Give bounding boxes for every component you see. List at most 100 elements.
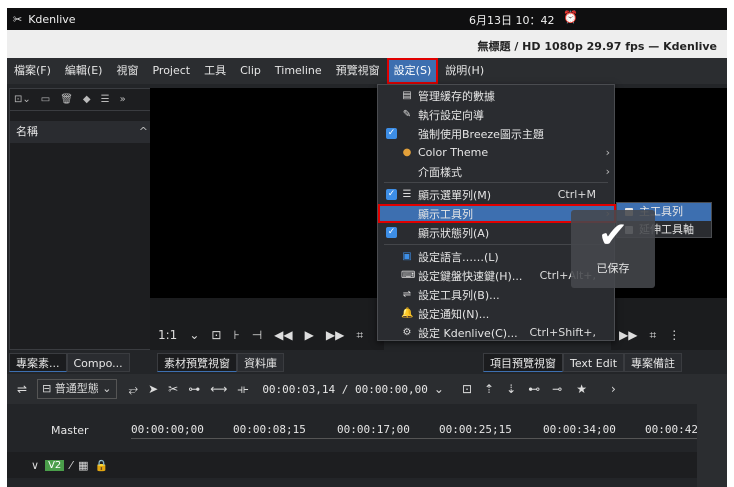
- menu-item-label: 執行設定向導: [418, 108, 484, 122]
- crop-icon[interactable]: ⌗: [649, 328, 656, 343]
- track-config-icon[interactable]: ⇌: [17, 382, 27, 396]
- alarm-icon: ⏰: [563, 10, 578, 24]
- edit-mode-icon: ⊟: [42, 382, 52, 395]
- ripple-icon[interactable]: ⊶: [188, 382, 200, 396]
- ruler-tc: 00:00:00;00: [131, 423, 204, 436]
- menu-item-label: 設定 Kdenlive(C)...: [418, 326, 518, 340]
- tab[interactable]: 項目預覽視窗: [483, 353, 563, 372]
- slip-icon[interactable]: ⟷: [210, 382, 227, 396]
- menu-4[interactable]: 工具: [197, 58, 233, 84]
- folder-icon[interactable]: ▭: [41, 94, 50, 105]
- play-icon[interactable]: ▶: [305, 328, 314, 342]
- tag-icon[interactable]: ◆: [83, 94, 91, 105]
- ruler-tc: 00:00:25;15: [439, 423, 512, 436]
- menu-6[interactable]: Timeline: [268, 58, 329, 84]
- tab[interactable]: Compo...: [66, 353, 130, 372]
- settings-menu-item[interactable]: ▤ 管理緩存的數據: [378, 86, 616, 105]
- ruler-ticks[interactable]: [131, 438, 697, 448]
- effects-icon[interactable]: ⁄: [70, 459, 72, 472]
- project-bin: ⊡⌄ ▭ 🗑 ◆ ☰ » 名稱 ^: [9, 88, 155, 350]
- set-in-icon[interactable]: ⊦: [233, 328, 239, 342]
- extract-icon[interactable]: ⊷: [528, 382, 540, 396]
- star-icon[interactable]: ★: [576, 382, 587, 396]
- ruler-tc: 00:00:34;00: [543, 423, 616, 436]
- set-out-icon[interactable]: ⊣: [252, 328, 262, 342]
- chevron-down-icon[interactable]: ⌄: [434, 382, 444, 396]
- razor-icon[interactable]: ✂: [168, 382, 178, 396]
- menu-8[interactable]: 設定(S): [386, 58, 439, 84]
- chevron-down-icon[interactable]: ∨: [31, 459, 39, 472]
- tab[interactable]: 資料庫: [237, 353, 284, 372]
- edit-mode-label: 普通型態: [54, 382, 99, 395]
- ruler-tc: 00:00:17;00: [337, 423, 410, 436]
- menu-item-label: 設定語言……(L): [418, 250, 499, 264]
- tab[interactable]: 專案備註: [624, 353, 683, 372]
- chevron-right-icon: ›: [605, 165, 610, 178]
- master-label[interactable]: Master: [51, 424, 89, 437]
- expand-icon[interactable]: »: [120, 94, 126, 105]
- settings-menu-item[interactable]: 🔔 設定通知(N)...: [378, 304, 616, 323]
- settings-menu-item[interactable]: ⚙ 設定 Kdenlive(C)... Ctrl+Shift+,: [378, 323, 616, 342]
- menu-item-label: 設定鍵盤快速鍵(H)...: [418, 269, 523, 283]
- add-clip-icon[interactable]: ⊡⌄: [14, 94, 31, 105]
- left-tabs: 專案素... Compo...: [9, 353, 130, 372]
- chevron-down-icon[interactable]: ⌄: [189, 328, 199, 342]
- menu-7[interactable]: 預覽視窗: [329, 58, 387, 84]
- bin-column-header[interactable]: 名稱 ^: [10, 121, 154, 143]
- menu-5[interactable]: Clip: [233, 58, 268, 84]
- menu-2[interactable]: 視窗: [109, 58, 145, 84]
- rewind-icon[interactable]: ◀◀: [274, 328, 292, 342]
- settings-menu-item[interactable]: ✓ 強制使用Breeze圖示主題: [378, 124, 616, 143]
- menu-item-label: 設定通知(N)...: [418, 307, 490, 321]
- trash-icon[interactable]: 🗑: [60, 94, 73, 105]
- menu-item-label: Color Theme: [418, 146, 489, 159]
- multicam-icon[interactable]: ⟛: [237, 382, 248, 397]
- zoom-level[interactable]: 1:1: [158, 328, 177, 342]
- app-launcher[interactable]: ✂ Kdenlive: [13, 13, 76, 26]
- timeline-timecode[interactable]: 00:00:03,14 / 00:00:00,00: [262, 383, 428, 396]
- menu-item-label: 顯示工具列: [418, 207, 473, 221]
- forward-icon[interactable]: ▶▶: [326, 328, 344, 342]
- tab[interactable]: 專案素...: [9, 353, 67, 372]
- timeline-toolbar: ⇌ ⊟ 普通型態 ⌄ ⥂ ➤ ✂ ⊶ ⟷ ⟛ 00:00:03,14 / 00:…: [7, 374, 727, 404]
- settings-menu-item[interactable]: 介面樣式 ›: [378, 162, 616, 181]
- overwrite-icon[interactable]: ⇣: [506, 382, 516, 396]
- tab[interactable]: Text Edit: [563, 353, 625, 372]
- menu-3[interactable]: Project: [145, 58, 197, 84]
- settings-menu-item[interactable]: ● Color Theme ›: [378, 143, 616, 162]
- clock[interactable]: 6月13日 10：42: [469, 12, 555, 28]
- wizard-icon: ✎: [402, 109, 412, 120]
- right-tabs: 項目預覽視窗 Text Edit 專案備註: [483, 353, 683, 372]
- edit-mode-select[interactable]: ⊟ 普通型態 ⌄: [37, 379, 117, 399]
- lock-icon[interactable]: 🔒: [95, 459, 109, 472]
- menu-0[interactable]: 檔案(F): [7, 58, 58, 84]
- snap-icon[interactable]: ⊡: [462, 382, 472, 396]
- settings-menu-item[interactable]: ✎ 執行設定向導: [378, 105, 616, 124]
- crop-icon[interactable]: ⌗: [356, 328, 363, 343]
- track-label[interactable]: V2: [45, 459, 65, 471]
- kdenlive-icon: ✂: [13, 12, 23, 26]
- forward-icon[interactable]: ▶▶: [619, 328, 637, 342]
- ruler-tc: 00:00:08;15: [233, 423, 306, 436]
- menu-item-label: 顯示選單列(M): [418, 188, 492, 202]
- spacer-icon[interactable]: ⥂: [129, 382, 139, 397]
- more-icon[interactable]: ⋮: [668, 328, 680, 342]
- window-titlebar: 無標題 / HD 1080p 29.97 fps — Kdenlive: [7, 30, 727, 58]
- chevron-right-icon[interactable]: ›: [611, 382, 616, 396]
- saved-toast: ✔ 已保存: [571, 210, 655, 288]
- film-icon[interactable]: ▦: [78, 459, 88, 472]
- menu-1[interactable]: 編輯(E): [58, 58, 110, 84]
- menu-9[interactable]: 說明(H): [438, 58, 491, 84]
- tab[interactable]: 素材預覽視窗: [157, 353, 237, 372]
- menu-icon[interactable]: ☰: [101, 94, 110, 105]
- cache-icon: ▤: [402, 90, 412, 101]
- insert-icon[interactable]: ⊸: [552, 382, 562, 396]
- bin-column-label: 名稱: [16, 125, 38, 138]
- fit-icon[interactable]: ⊡: [211, 328, 221, 342]
- select-tool-icon[interactable]: ➤: [148, 382, 158, 396]
- menu-separator: [384, 182, 608, 183]
- settings-menu-item[interactable]: ✓ ☰ 顯示選單列(M) Ctrl+M: [378, 185, 616, 204]
- lift-icon[interactable]: ⇡: [484, 382, 494, 396]
- menu-item-label: 顯示狀態列(A): [418, 226, 490, 240]
- project-monitor-controls: ▶▶ ⌗ ⋮: [611, 320, 727, 350]
